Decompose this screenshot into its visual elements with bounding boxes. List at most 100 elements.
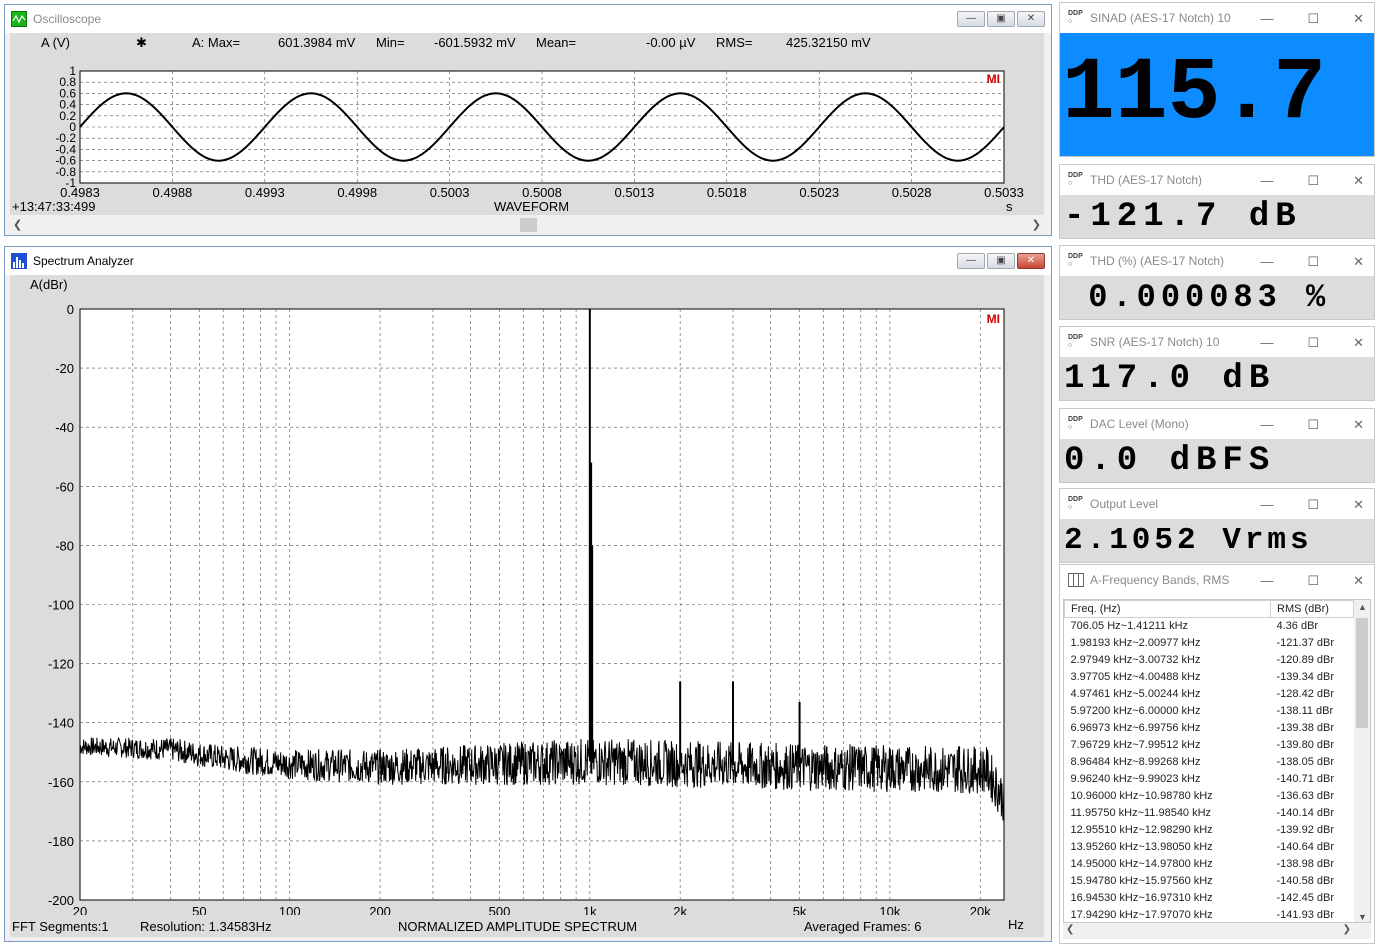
table-row[interactable]: 8.96484 kHz~8.99268 kHz -138.05 dBr — [1065, 754, 1354, 771]
meter-close-button[interactable]: ✕ — [1353, 11, 1364, 27]
bands-col-rms-header[interactable]: RMS (dBr) — [1270, 600, 1354, 618]
band-frequency-cell: 7.96729 kHz~7.99512 kHz — [1070, 739, 1201, 751]
meter-maximize-button[interactable]: ☐ — [1307, 173, 1319, 189]
meter-close-button[interactable]: ✕ — [1353, 573, 1364, 589]
ddp-meter-icon: DDP ○ — [1068, 496, 1083, 511]
spectrum-maximize-button[interactable]: ▣ — [987, 253, 1015, 269]
table-row[interactable]: 11.95750 kHz~11.98540 kHz -140.14 dBr — [1065, 805, 1354, 822]
table-row[interactable]: 706.05 Hz~1.41211 kHz 4.36 dBr — [1065, 618, 1354, 635]
spectrum-x-tick-label: 5k — [793, 904, 807, 915]
spectrum-chart[interactable]: 0 -20 -40 -60 -80 -100 -120 -140 -160 -180 -20020 5… — [10, 275, 1044, 915]
meter-thd-percent: DDP ○ THD (%) (AES-17 Notch) — ☐ ✕ 0.000083 … — [1059, 245, 1375, 320]
meter-minimize-button[interactable]: — — [1260, 11, 1273, 27]
oscilloscope-titlebar[interactable]: Oscilloscope — ▣ ✕ — [5, 5, 1051, 33]
table-row[interactable]: 9.96240 kHz~9.99023 kHz -140.71 dBr — [1065, 771, 1354, 788]
table-row[interactable]: 5.97200 kHz~6.00000 kHz -138.11 dBr — [1065, 703, 1354, 720]
meter-minimize-button[interactable]: — — [1260, 254, 1273, 270]
table-row[interactable]: 13.95260 kHz~13.98050 kHz -140.64 dBr — [1065, 839, 1354, 856]
oscilloscope-waveform-chart[interactable]: 10.80.60.40.20-0.2-0.4-0.6-0.8-10.4983 0.… — [10, 33, 1044, 198]
meter-maximize-button[interactable]: ☐ — [1307, 417, 1319, 433]
spectrum-minimize-button[interactable]: — — [957, 253, 985, 269]
meter-close-button[interactable]: ✕ — [1353, 335, 1364, 351]
table-row[interactable]: 1.98193 kHz~2.00977 kHz -121.37 dBr — [1065, 635, 1354, 652]
scroll-left-arrow-icon[interactable]: ❮ — [13, 218, 22, 231]
band-frequency-cell: 3.97705 kHz~4.00488 kHz — [1070, 671, 1201, 683]
table-row[interactable]: 4.97461 kHz~5.00244 kHz -128.42 dBr — [1065, 686, 1354, 703]
band-frequency-cell: 5.97200 kHz~6.00000 kHz — [1070, 705, 1201, 717]
oscilloscope-maximize-button[interactable]: ▣ — [987, 11, 1015, 27]
table-row[interactable]: 2.97949 kHz~3.00732 kHz -120.89 dBr — [1065, 652, 1354, 669]
table-row[interactable]: 15.94780 kHz~15.97560 kHz -140.58 dBr — [1065, 873, 1354, 890]
osc-scroll-thumb[interactable] — [520, 218, 537, 232]
scroll-right-arrow-icon[interactable]: ❯ — [1343, 924, 1351, 935]
spectrum-close-button[interactable]: ✕ — [1017, 253, 1045, 269]
osc-x-tick-label: 0.5018 — [707, 185, 747, 198]
bands-vertical-scrollbar[interactable]: ▲ ▼ — [1354, 600, 1370, 922]
osc-mi-logo: MI — [987, 72, 1000, 86]
meter-thd-percent-value: 0.000083 % — [1060, 276, 1374, 319]
meter-close-button[interactable]: ✕ — [1353, 497, 1364, 513]
meter-maximize-button[interactable]: ☐ — [1307, 254, 1319, 270]
meter-minimize-button[interactable]: — — [1260, 497, 1273, 513]
table-row[interactable]: 12.95510 kHz~12.98290 kHz -139.92 dBr — [1065, 822, 1354, 839]
meter-close-button[interactable]: ✕ — [1353, 173, 1364, 189]
bands-col-freq-header[interactable]: Freq. (Hz) — [1064, 600, 1271, 618]
osc-footer-label: WAVEFORM — [494, 199, 570, 214]
scroll-up-arrow-icon[interactable]: ▲ — [1358, 602, 1367, 612]
meter-sinad-value: 115.7 dB — [1060, 33, 1374, 156]
scroll-down-arrow-icon[interactable]: ▼ — [1358, 912, 1367, 922]
ddp-meter-icon: DDP ○ — [1068, 416, 1083, 431]
bands-horizontal-scrollbar[interactable]: ❮ ❯ — [1063, 923, 1371, 939]
spectrum-y-tick-label: -40 — [55, 420, 74, 435]
spectrum-x-tick-label: 100 — [279, 904, 301, 915]
meter-maximize-button[interactable]: ☐ — [1307, 11, 1319, 27]
band-rms-cell: -140.58 dBr — [1276, 875, 1334, 887]
oscilloscope-close-button[interactable]: ✕ — [1017, 11, 1045, 27]
meter-minimize-button[interactable]: — — [1260, 573, 1273, 589]
table-row[interactable]: 14.95000 kHz~14.97800 kHz -138.98 dBr — [1065, 856, 1354, 873]
band-frequency-cell: 15.94780 kHz~15.97560 kHz — [1070, 875, 1213, 887]
meter-minimize-button[interactable]: — — [1260, 173, 1273, 189]
band-rms-cell: -121.37 dBr — [1276, 637, 1334, 649]
oscilloscope-minimize-button[interactable]: — — [957, 11, 985, 27]
table-row[interactable]: 7.96729 kHz~7.99512 kHz -139.80 dBr — [1065, 737, 1354, 754]
meter-maximize-button[interactable]: ☐ — [1307, 335, 1319, 351]
spectrum-footer-label: NORMALIZED AMPLITUDE SPECTRUM — [398, 919, 638, 934]
band-rms-cell: -142.45 dBr — [1276, 892, 1334, 904]
table-row[interactable]: 10.96000 kHz~10.98780 kHz -136.63 dBr — [1065, 788, 1354, 805]
band-rms-cell: -141.93 dBr — [1276, 909, 1334, 921]
bands-scroll-thumb[interactable] — [1356, 618, 1368, 728]
scroll-left-arrow-icon[interactable]: ❮ — [1066, 924, 1074, 935]
spectrum-y-tick-label: -120 — [48, 657, 74, 672]
spectrum-x-tick-label: 20k — [970, 904, 991, 915]
meter-sinad-title: SINAD (AES-17 Notch) 10 — [1090, 11, 1231, 25]
osc-x-tick-label: 0.4998 — [337, 185, 377, 198]
band-rms-cell: -140.14 dBr — [1276, 807, 1334, 819]
osc-horizontal-scrollbar[interactable]: ❮ ❯ — [10, 217, 1044, 233]
meter-close-button[interactable]: ✕ — [1353, 254, 1364, 270]
table-row[interactable]: 16.94530 kHz~16.97310 kHz -142.45 dBr — [1065, 890, 1354, 907]
spectrum-title: Spectrum Analyzer — [33, 254, 134, 268]
table-row[interactable]: 3.97705 kHz~4.00488 kHz -139.34 dBr — [1065, 669, 1354, 686]
band-rms-cell: -139.38 dBr — [1276, 722, 1334, 734]
band-frequency-cell: 16.94530 kHz~16.97310 kHz — [1070, 892, 1213, 904]
spectrum-averaged-frames: Averaged Frames: 6 — [804, 919, 922, 934]
scroll-right-arrow-icon[interactable]: ❯ — [1032, 218, 1041, 231]
oscilloscope-title: Oscilloscope — [33, 12, 102, 26]
osc-x-tick-label: 0.5028 — [892, 185, 932, 198]
band-frequency-cell: 17.94290 kHz~17.97070 kHz — [1070, 909, 1213, 921]
osc-x-tick-label: 0.5023 — [799, 185, 839, 198]
table-row[interactable]: 6.96973 kHz~6.99756 kHz -139.38 dBr — [1065, 720, 1354, 737]
band-frequency-cell: 11.95750 kHz~11.98540 kHz — [1070, 807, 1212, 819]
osc-timestamp: +13:47:33:499 — [12, 199, 96, 214]
meter-maximize-button[interactable]: ☐ — [1307, 573, 1319, 589]
spectrum-analyzer-window: Spectrum Analyzer — ▣ ✕ A(dBr) FFT Segme… — [4, 246, 1052, 942]
spectrum-titlebar[interactable]: Spectrum Analyzer — ▣ ✕ — [5, 247, 1051, 275]
meter-maximize-button[interactable]: ☐ — [1307, 497, 1319, 513]
meter-close-button[interactable]: ✕ — [1353, 417, 1364, 433]
band-rms-cell: 4.36 dBr — [1276, 620, 1319, 633]
meter-minimize-button[interactable]: — — [1260, 335, 1273, 351]
meter-minimize-button[interactable]: — — [1260, 417, 1273, 433]
table-row[interactable]: 17.94290 kHz~17.97070 kHz -141.93 dBr — [1065, 907, 1354, 923]
meter-snr: DDP ○ SNR (AES-17 Notch) 10 — ☐ ✕ 117.0 dB — [1059, 326, 1375, 401]
